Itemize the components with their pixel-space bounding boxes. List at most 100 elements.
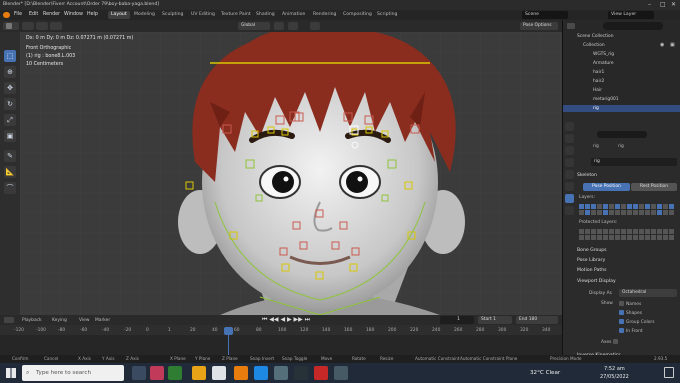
object-tab-icon[interactable] xyxy=(565,182,574,191)
world-tab-icon[interactable] xyxy=(565,170,574,179)
app-icon-6[interactable] xyxy=(334,366,348,380)
chrome-icon[interactable] xyxy=(212,366,226,380)
blender-taskbar-icon[interactable] xyxy=(234,366,248,380)
show-group-colors-checkbox[interactable]: Group Colors xyxy=(619,319,655,325)
weather-widget[interactable]: 32°C Clear xyxy=(530,370,560,376)
outliner-item-hair[interactable]: Hair xyxy=(563,87,680,95)
snap-icon[interactable] xyxy=(288,22,298,30)
timeline-menu-keying[interactable]: Keying xyxy=(52,318,67,323)
show-in-front-checkbox[interactable]: In Front xyxy=(619,328,643,334)
select-subtract-icon[interactable] xyxy=(50,22,62,30)
bone-tab-icon[interactable] xyxy=(565,206,574,215)
select-box-tool-icon[interactable]: ⬚ xyxy=(4,50,16,62)
tab-shading[interactable]: Shading xyxy=(253,11,278,19)
app-icon-2[interactable] xyxy=(168,366,182,380)
playhead[interactable] xyxy=(224,327,233,335)
timeline-editor-icon[interactable] xyxy=(4,317,14,323)
armature-name-field[interactable]: rig xyxy=(591,158,677,166)
pose-position-button[interactable]: Pose Position xyxy=(583,183,630,191)
app-icon-1[interactable] xyxy=(150,366,164,380)
cursor-tool-icon[interactable]: ⊕ xyxy=(4,66,16,78)
outliner-item-metarig[interactable]: metarig001 xyxy=(563,96,680,104)
3d-viewport[interactable]: Dx: 0 m Dy: 0 m Dz: 0.07271 m (0.07271 m… xyxy=(20,32,562,315)
timeline-area[interactable]: -120 -100 -80 -60 -40 -20 0 1 20 40 60 80 100 120 140 1… xyxy=(0,325,562,355)
outliner-search-input[interactable] xyxy=(603,22,663,30)
outliner-item-wgts-rig[interactable]: WGTS_rig xyxy=(563,51,680,59)
axes-checkbox[interactable]: Axes xyxy=(601,339,620,345)
blender-logo-icon[interactable] xyxy=(3,12,10,18)
properties-search-input[interactable] xyxy=(597,131,647,138)
tab-texture-paint[interactable]: Texture Paint xyxy=(218,11,254,19)
outliner-scene-collection[interactable]: Scene Collection xyxy=(563,33,680,41)
show-names-checkbox[interactable]: Names xyxy=(619,301,641,307)
clock-date[interactable]: 27/05/2022 xyxy=(600,374,629,380)
end-frame-field[interactable]: End 180 xyxy=(516,316,558,324)
tab-uv-editing[interactable]: UV Editing xyxy=(188,11,218,19)
clock-time[interactable]: 7:52 am xyxy=(604,366,625,372)
timeline-menu-view[interactable]: View xyxy=(79,318,89,323)
task-view-icon[interactable] xyxy=(132,366,146,380)
edge-icon[interactable] xyxy=(254,366,268,380)
pivot-icon[interactable] xyxy=(274,22,284,30)
bone-groups-panel-header[interactable]: Bone Groups xyxy=(577,247,679,255)
proportional-edit-icon[interactable] xyxy=(310,22,320,30)
display-as-dropdown[interactable]: Octahedral xyxy=(619,289,677,297)
move-tool-icon[interactable]: ✥ xyxy=(4,82,16,94)
scale-tool-icon[interactable]: ⤢ xyxy=(4,114,16,126)
maximize-icon[interactable]: □ xyxy=(660,1,666,8)
scene-tab-icon[interactable] xyxy=(565,158,574,167)
outliner-editor-icon[interactable] xyxy=(567,23,575,29)
outliner-item-armature[interactable]: Armature xyxy=(563,60,680,68)
tab-animation[interactable]: Animation xyxy=(279,11,308,19)
outliner-item-rig[interactable]: rig xyxy=(563,105,680,112)
outliner-item-hair1[interactable]: hair1 xyxy=(563,69,680,77)
close-icon[interactable]: ✕ xyxy=(671,1,676,8)
protected-layers-grid[interactable] xyxy=(579,229,677,241)
taskbar-search-input[interactable]: Type here to search xyxy=(22,365,124,381)
orientation-dropdown[interactable]: Global xyxy=(238,22,270,30)
menu-edit[interactable]: Edit xyxy=(29,12,38,17)
app-icon-4[interactable] xyxy=(294,366,308,380)
windows-start-icon[interactable] xyxy=(6,368,16,378)
tab-scripting[interactable]: Scripting xyxy=(374,11,400,19)
minimize-icon[interactable]: – xyxy=(648,1,651,8)
tab-sculpting[interactable]: Sculpting xyxy=(159,11,186,19)
view-layer-selector[interactable]: View Layer xyxy=(608,11,654,19)
app-icon-3[interactable] xyxy=(274,366,288,380)
scene-selector[interactable]: Scene xyxy=(522,11,568,19)
render-tab-icon[interactable] xyxy=(565,134,574,143)
menu-help[interactable]: Help xyxy=(87,12,98,17)
tool-tab-icon[interactable] xyxy=(565,122,574,131)
menu-file[interactable]: File xyxy=(14,12,22,17)
pose-library-panel-header[interactable]: Pose Library xyxy=(577,257,679,265)
rest-position-button[interactable]: Rest Position xyxy=(631,183,677,191)
file-explorer-icon[interactable] xyxy=(192,366,206,380)
motion-paths-panel-header[interactable]: Motion Paths xyxy=(577,267,679,275)
outliner-item-hair2[interactable]: hair2 xyxy=(563,78,680,86)
rotate-tool-icon[interactable]: ↻ xyxy=(4,98,16,110)
armature-data-tab-icon[interactable] xyxy=(565,194,574,203)
pose-options-dropdown[interactable]: Pose Options xyxy=(520,22,558,30)
menu-window[interactable]: Window xyxy=(64,12,83,17)
transform-tool-icon[interactable]: ▣ xyxy=(4,130,16,142)
tab-modeling[interactable]: Modeling xyxy=(131,11,158,19)
timeline-menu-playback[interactable]: Playback xyxy=(22,318,42,323)
select-mode-icon[interactable] xyxy=(22,22,34,30)
skeleton-panel-header[interactable]: Skeleton xyxy=(577,172,679,180)
measure-tool-icon[interactable]: 📐 xyxy=(4,166,16,178)
timeline-menu-marker[interactable]: Marker xyxy=(95,318,110,323)
current-frame-field[interactable]: 1 xyxy=(440,316,474,324)
render-camera-icon[interactable]: ▣ xyxy=(670,42,675,48)
menu-render[interactable]: Render xyxy=(43,12,60,17)
editor-type-button[interactable] xyxy=(3,22,19,30)
tab-rendering[interactable]: Rendering xyxy=(310,11,339,19)
annotate-tool-icon[interactable]: ✎ xyxy=(4,150,16,162)
notification-icon[interactable] xyxy=(664,367,674,378)
select-extend-icon[interactable] xyxy=(36,22,48,30)
start-frame-field[interactable]: Start 1 xyxy=(478,316,512,324)
output-tab-icon[interactable] xyxy=(565,146,574,155)
bone-roll-tool-icon[interactable]: ⌒ xyxy=(4,182,16,194)
show-shapes-checkbox[interactable]: Shapes xyxy=(619,310,642,316)
tab-layout[interactable]: Layout xyxy=(108,11,130,19)
tab-compositing[interactable]: Compositing xyxy=(340,11,375,19)
